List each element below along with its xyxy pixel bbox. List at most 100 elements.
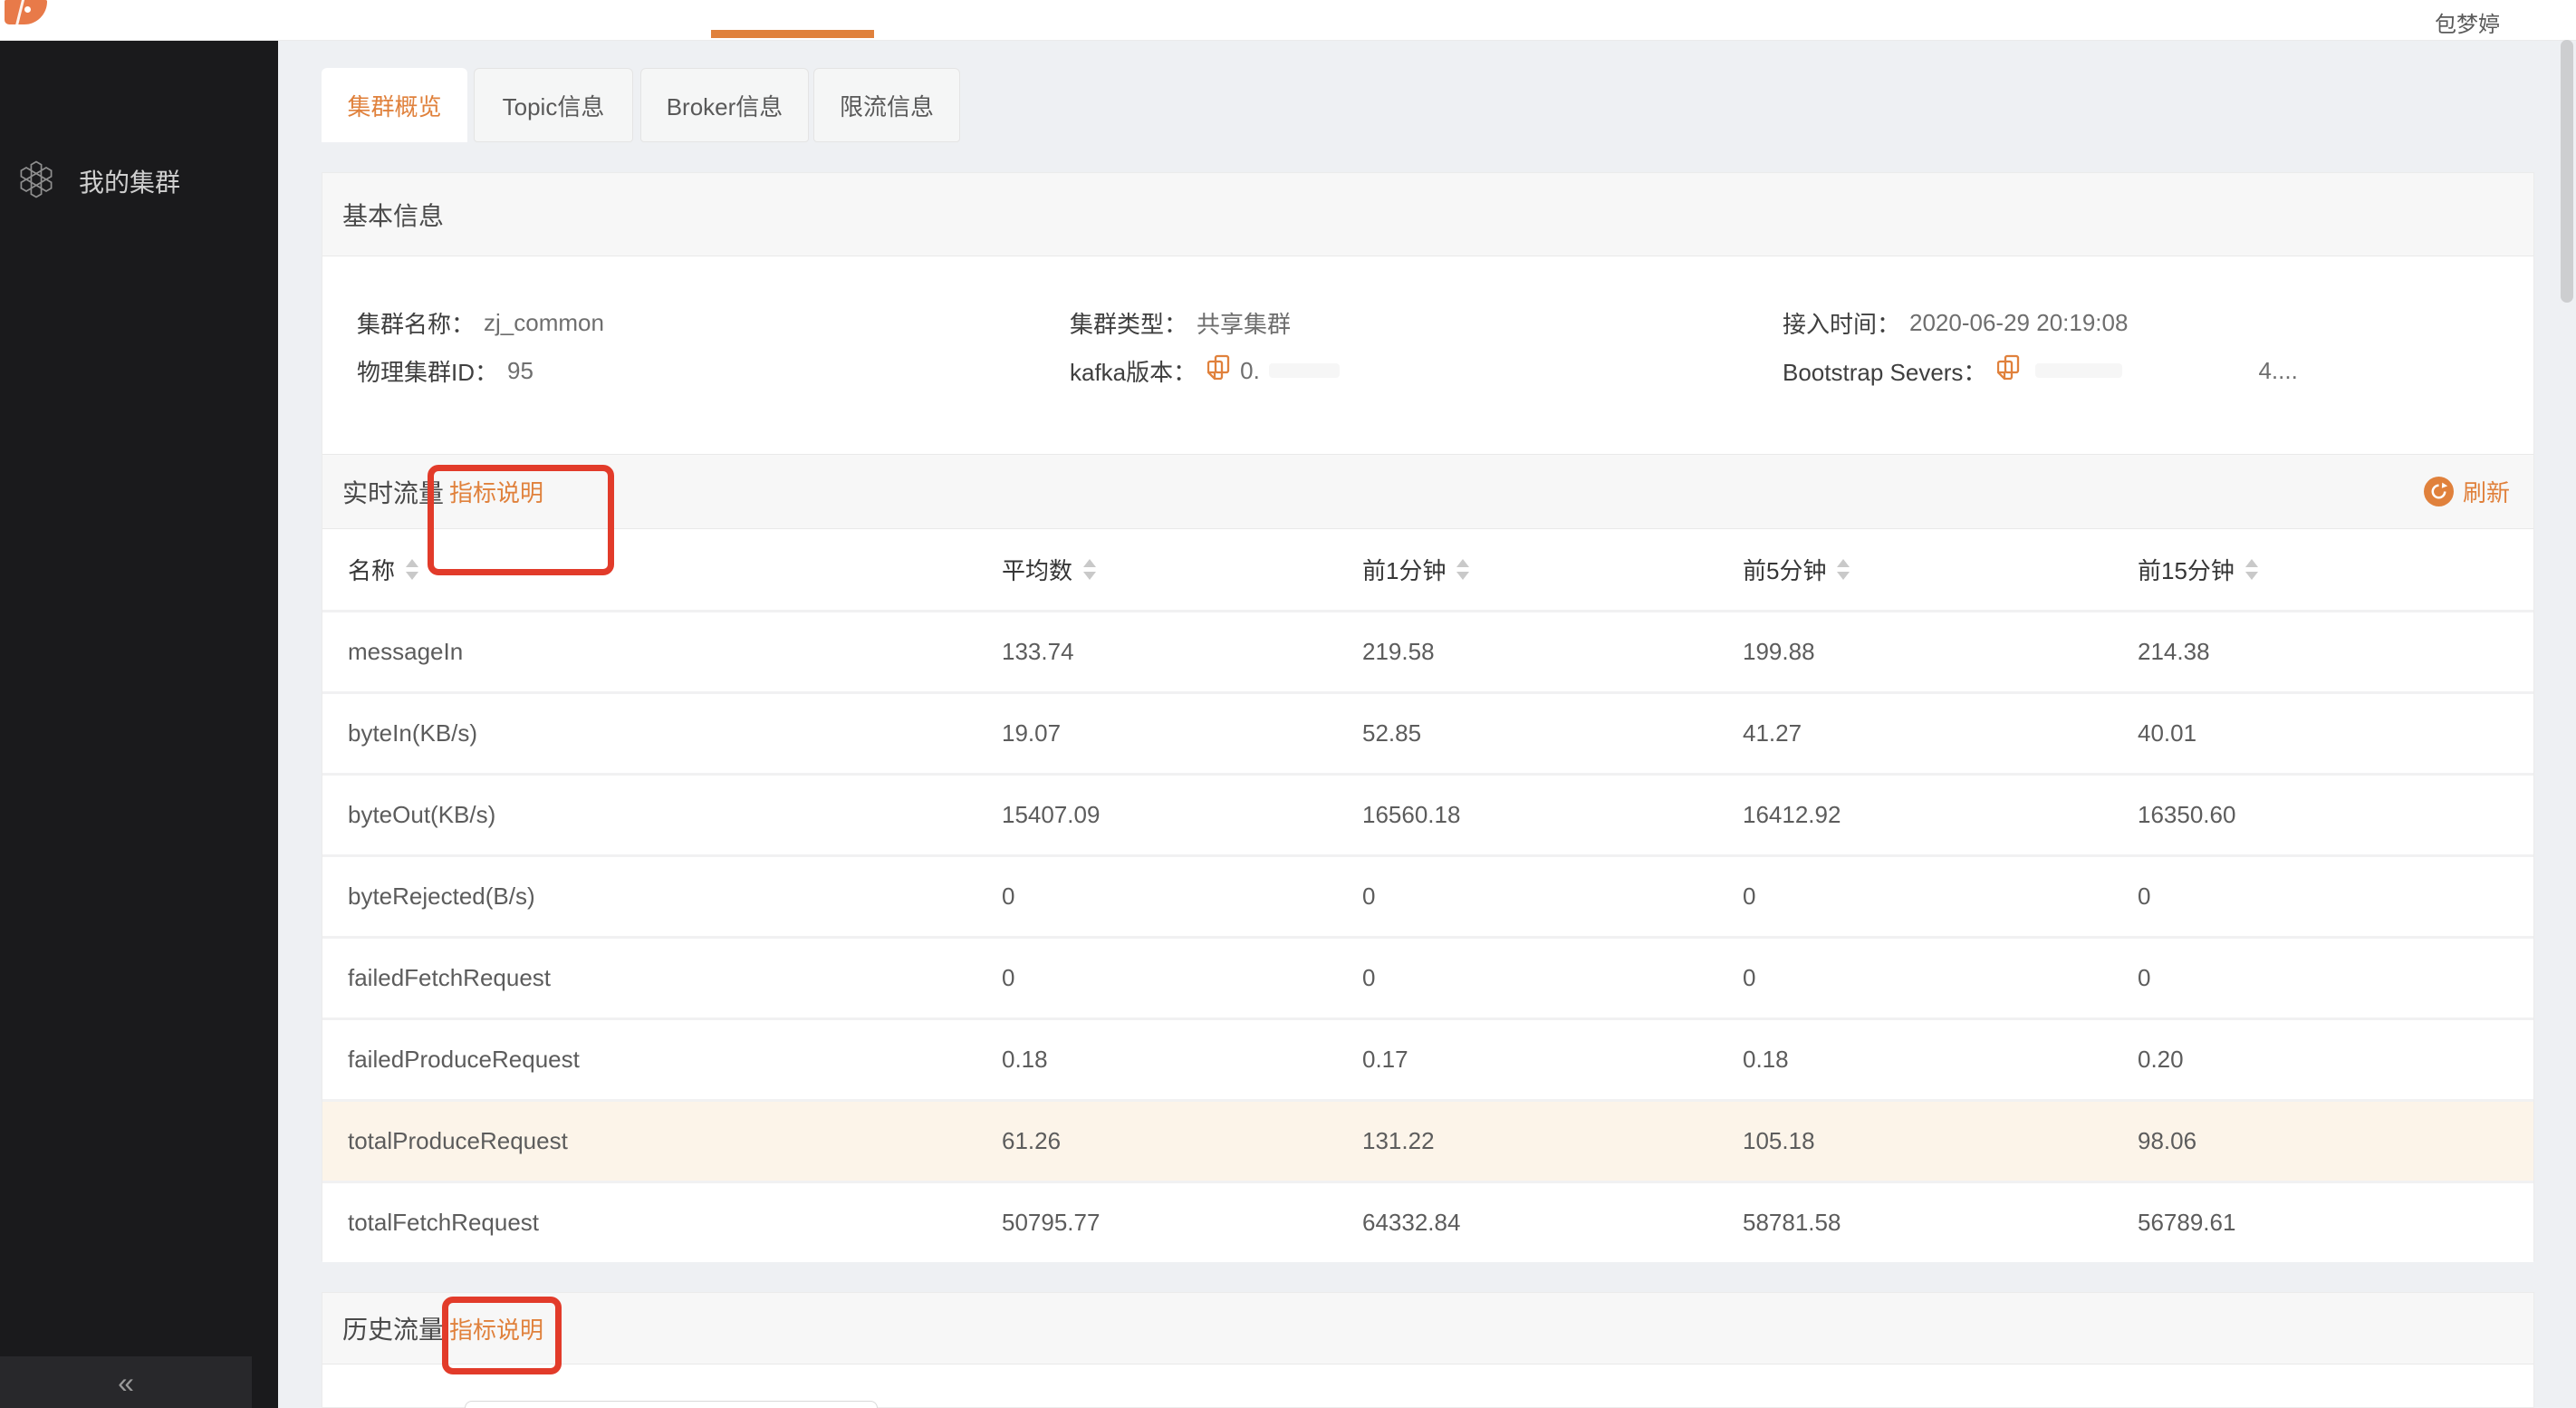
metric-value: 98.06 <box>2138 1102 2196 1181</box>
field-kafka-version: kafka版本： 0. <box>1070 352 1340 389</box>
refresh-button[interactable]: 刷新 <box>2424 455 2510 528</box>
tab-cluster-overview[interactable]: 集群概览 <box>322 68 467 142</box>
vertical-scrollbar-thumb[interactable] <box>2561 40 2573 303</box>
metric-value: 105.18 <box>1743 1102 1815 1181</box>
section-title: 实时流量 <box>342 455 444 528</box>
column-header-last-15min[interactable]: 前15分钟 <box>2138 529 2258 610</box>
tab-label: 限流信息 <box>840 89 934 122</box>
field-label: 集群类型： <box>1070 306 1187 340</box>
section-title: 历史流量 <box>342 1293 444 1364</box>
brand-logo-icon[interactable] <box>5 0 47 24</box>
metric-value: 0.18 <box>1743 1020 1789 1099</box>
metric-value: 0 <box>2138 939 2150 1017</box>
field-value: 95 <box>507 357 533 385</box>
tab-label: Topic信息 <box>503 89 605 122</box>
column-header-last-1min[interactable]: 前1分钟 <box>1362 529 1469 610</box>
table-row[interactable]: failedFetchRequest 0 0 0 0 <box>322 936 2533 1017</box>
metric-value: 41.27 <box>1743 694 1802 773</box>
copy-icon[interactable] <box>1207 354 1231 388</box>
sort-carets-icon[interactable] <box>2245 559 2258 580</box>
double-left-chevron-icon: « <box>118 1368 134 1397</box>
field-bootstrap-servers: Bootstrap Severs： 4.... <box>1783 352 2298 389</box>
metric-doc-link[interactable]: 指标说明 <box>449 455 543 528</box>
column-header-average[interactable]: 平均数 <box>1002 529 1096 610</box>
metric-value: 50795.77 <box>1002 1183 1100 1262</box>
tab-throttle-info[interactable]: 限流信息 <box>813 68 960 142</box>
field-value-tail: 4.... <box>2258 357 2297 385</box>
field-physical-cluster-id: 物理集群ID： 95 <box>357 352 533 389</box>
metric-name: failedProduceRequest <box>348 1020 580 1099</box>
metric-value: 52.85 <box>1362 694 1421 773</box>
field-label: 接入时间： <box>1783 306 1900 340</box>
realtime-traffic-header: 实时流量 指标说明 刷新 <box>322 454 2533 529</box>
metric-value: 0.17 <box>1362 1020 1408 1099</box>
metric-name: totalProduceRequest <box>348 1102 568 1181</box>
column-label: 前5分钟 <box>1743 553 1826 586</box>
basic-info-row: 集群名称： zj_common 集群类型： 共享集群 接入时间： 2020-06… <box>322 304 2533 341</box>
field-join-time: 接入时间： 2020-06-29 20:19:08 <box>1783 304 2128 341</box>
time-range-selector-partial[interactable] <box>465 1401 878 1408</box>
table-row[interactable]: messageIn 133.74 219.58 199.88 214.38 <box>322 610 2533 691</box>
field-value: 0. <box>1240 357 1260 385</box>
metric-value: 58781.58 <box>1743 1183 1841 1262</box>
field-label: 集群名称： <box>357 306 475 340</box>
table-row[interactable]: byteRejected(B/s) 0 0 0 0 <box>322 854 2533 936</box>
field-cluster-type: 集群类型： 共享集群 <box>1070 304 1291 341</box>
tab-broker-info[interactable]: Broker信息 <box>640 68 809 142</box>
table-row[interactable]: totalFetchRequest 50795.77 64332.84 5878… <box>322 1181 2533 1262</box>
metric-name: byteRejected(B/s) <box>348 857 535 936</box>
sort-carets-icon[interactable] <box>1456 559 1469 580</box>
history-traffic-panel: 历史流量 指标说明 <box>322 1292 2534 1408</box>
metric-value: 0 <box>1743 939 1755 1017</box>
metric-value: 0 <box>1002 857 1014 936</box>
tab-topic-info[interactable]: Topic信息 <box>474 68 633 142</box>
realtime-table-header: 名称 平均数 前1分钟 前5分钟 前15分钟 <box>322 529 2533 610</box>
metric-value: 219.58 <box>1362 612 1435 691</box>
sidebar-collapse-button[interactable]: « <box>0 1356 252 1408</box>
field-label: 物理集群ID： <box>357 354 498 388</box>
column-header-last-5min[interactable]: 前5分钟 <box>1743 529 1850 610</box>
basic-info-header: 基本信息 <box>322 173 2533 256</box>
metric-name: byteIn(KB/s) <box>348 694 477 773</box>
sidebar-item-my-clusters[interactable]: 我的集群 <box>0 154 278 208</box>
table-row-highlighted[interactable]: totalProduceRequest 61.26 131.22 105.18 … <box>322 1099 2533 1181</box>
table-row[interactable]: failedProduceRequest 0.18 0.17 0.18 0.20 <box>322 1017 2533 1099</box>
honeycomb-cluster-icon <box>15 159 57 205</box>
metric-value: 64332.84 <box>1362 1183 1460 1262</box>
column-label: 平均数 <box>1002 553 1072 586</box>
history-traffic-header: 历史流量 指标说明 <box>322 1293 2533 1365</box>
sidebar-item-label: 我的集群 <box>79 163 180 199</box>
user-name[interactable]: 包梦婷 <box>2435 6 2500 38</box>
section-title: 基本信息 <box>342 173 444 256</box>
table-row[interactable]: byteOut(KB/s) 15407.09 16560.18 16412.92… <box>322 773 2533 854</box>
metric-value: 16560.18 <box>1362 776 1460 854</box>
sort-carets-icon[interactable] <box>406 559 418 580</box>
sort-carets-icon[interactable] <box>1837 559 1850 580</box>
metric-value: 133.74 <box>1002 612 1074 691</box>
copy-icon[interactable] <box>1997 354 2021 388</box>
active-nav-underline <box>711 30 874 38</box>
column-label: 前15分钟 <box>2138 553 2235 586</box>
refresh-icon <box>2424 477 2454 506</box>
table-row[interactable]: byteIn(KB/s) 19.07 52.85 41.27 40.01 <box>322 691 2533 773</box>
metric-value: 40.01 <box>2138 694 2196 773</box>
metric-value: 61.26 <box>1002 1102 1061 1181</box>
column-header-name[interactable]: 名称 <box>348 529 418 610</box>
sort-carets-icon[interactable] <box>1083 559 1096 580</box>
metric-name: messageIn <box>348 612 463 691</box>
field-value: 共享集群 <box>1197 306 1291 340</box>
metric-value: 16412.92 <box>1743 776 1841 854</box>
tab-label: 集群概览 <box>347 89 441 122</box>
metric-value: 0.18 <box>1002 1020 1048 1099</box>
tab-label: Broker信息 <box>667 89 783 122</box>
basic-info-row: 物理集群ID： 95 kafka版本： 0. Bootstrap Severs： <box>322 352 2533 389</box>
top-bar: 包梦婷 <box>0 0 2576 41</box>
metric-name: totalFetchRequest <box>348 1183 539 1262</box>
field-cluster-name: 集群名称： zj_common <box>357 304 604 341</box>
page: 包梦婷 我的集群 « 集群概览 Topic信息 Broker信息 限流信息 <box>0 0 2576 1408</box>
metric-value: 15407.09 <box>1002 776 1100 854</box>
column-label: 前1分钟 <box>1362 553 1446 586</box>
metric-value: 56789.61 <box>2138 1183 2235 1262</box>
metric-doc-link[interactable]: 指标说明 <box>449 1293 543 1364</box>
metric-value: 0 <box>1743 857 1755 936</box>
